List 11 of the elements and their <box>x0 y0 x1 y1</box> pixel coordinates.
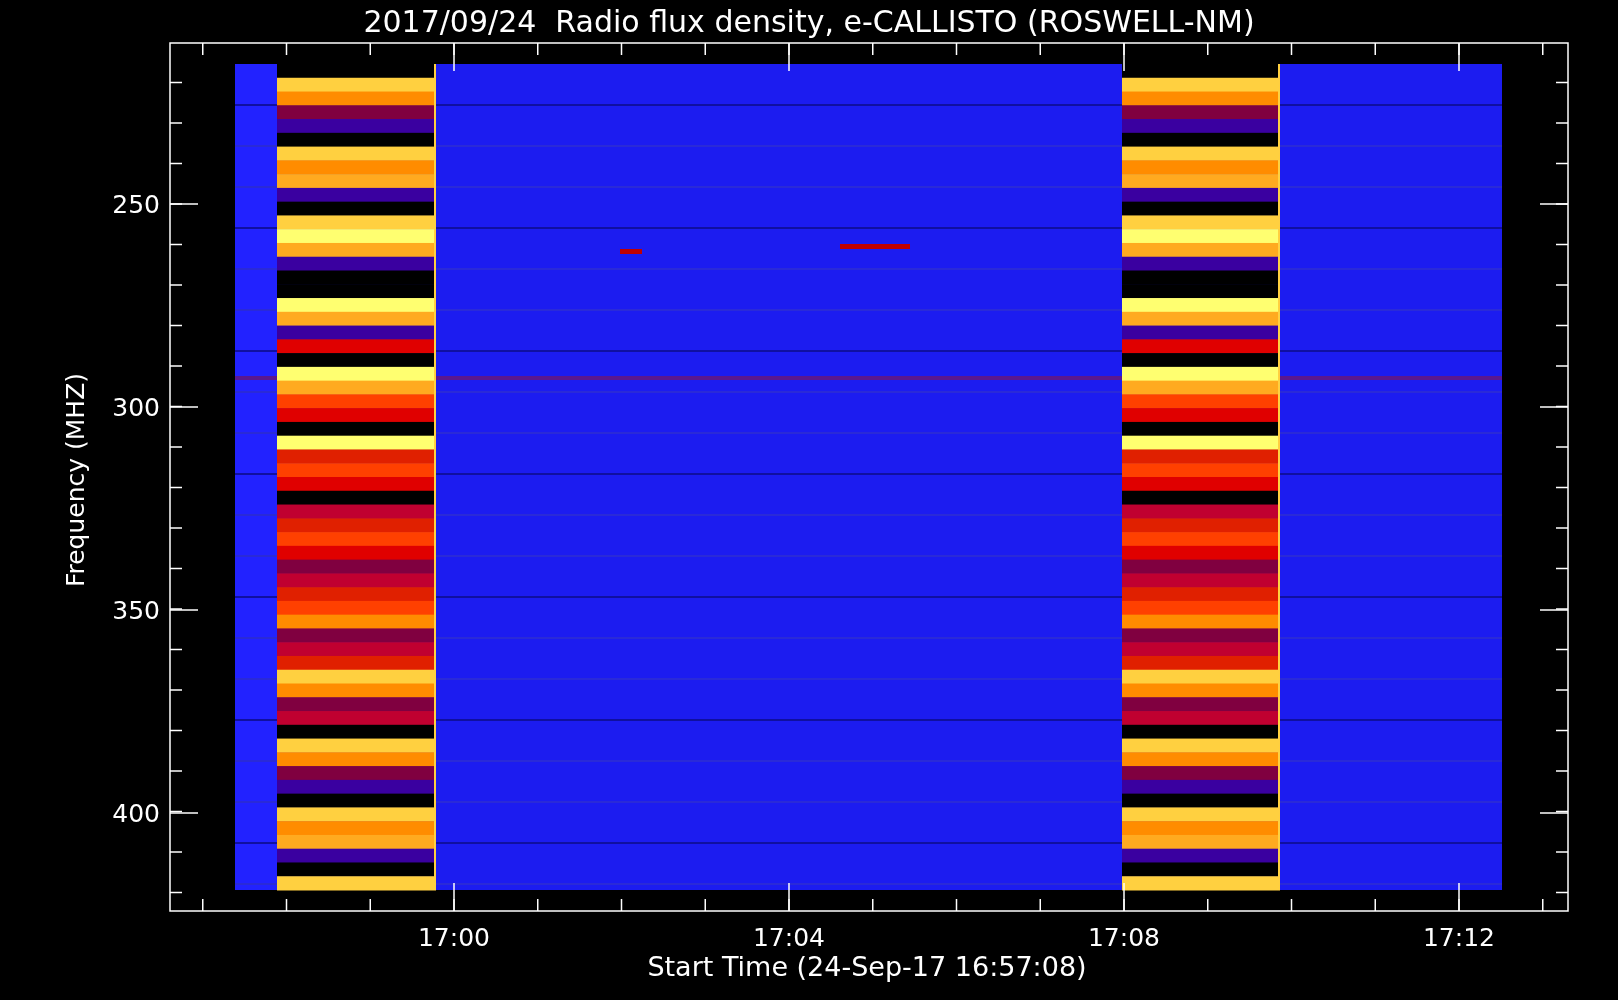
x-tick-label: 17:04 <box>753 923 825 952</box>
y-tick-label: 400 <box>112 799 160 828</box>
y-tick-label: 350 <box>112 596 160 625</box>
y-tick-label: 250 <box>112 190 160 219</box>
y-tick-label: 300 <box>112 393 160 422</box>
chart-title: 2017/09/24 Radio flux density, e-CALLISTO (ROSWELL-NM) <box>363 4 1255 39</box>
x-tick-label: 17:00 <box>418 923 490 952</box>
x-tick-label: 17:08 <box>1088 923 1160 952</box>
y-axis-label: Frequency (MHZ) <box>61 372 90 588</box>
x-axis-label: Start Time (24-Sep-17 16:57:08) <box>647 951 1087 982</box>
x-tick-label: 17:12 <box>1423 923 1495 952</box>
